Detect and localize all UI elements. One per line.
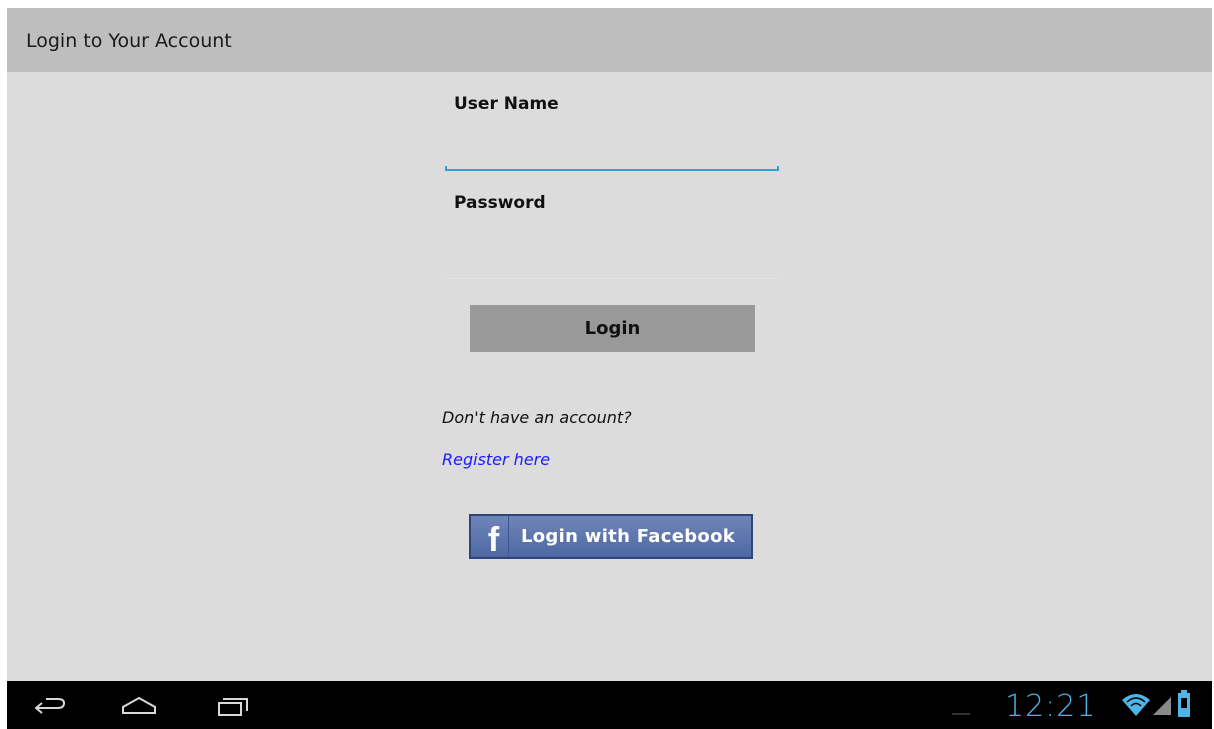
recent-apps-button[interactable] — [203, 689, 259, 723]
app-screen: Login to Your Account User Name Password… — [7, 8, 1212, 729]
back-button[interactable] — [22, 689, 78, 723]
status-clock: 12:21 — [1005, 689, 1097, 724]
username-field-focus-marker-right — [777, 166, 779, 171]
recent-apps-icon — [218, 698, 248, 716]
facebook-login-button[interactable]: f Login with Facebook — [469, 514, 753, 559]
facebook-login-label: Login with Facebook — [521, 526, 736, 547]
password-field[interactable] — [445, 245, 779, 279]
username-label: User Name — [454, 94, 559, 114]
no-account-prompt: Don't have an account? — [442, 408, 632, 427]
system-nav-bar: 12:21 — [7, 681, 1212, 729]
login-button[interactable]: Login — [470, 305, 755, 352]
signal-icon — [1151, 694, 1173, 721]
back-icon — [34, 698, 66, 714]
action-bar: Login to Your Account — [7, 8, 1212, 72]
password-label: Password — [454, 193, 546, 213]
battery-icon — [1177, 690, 1191, 723]
register-link[interactable]: Register here — [442, 450, 550, 469]
page-title: Login to Your Account — [26, 30, 232, 52]
username-field-focus-marker-left — [445, 166, 447, 171]
wifi-icon — [1121, 691, 1151, 722]
notification-dash-icon — [952, 704, 970, 722]
facebook-icon: f — [471, 516, 509, 557]
home-icon — [122, 696, 156, 714]
username-field[interactable] — [445, 137, 779, 171]
home-button[interactable] — [111, 689, 167, 723]
